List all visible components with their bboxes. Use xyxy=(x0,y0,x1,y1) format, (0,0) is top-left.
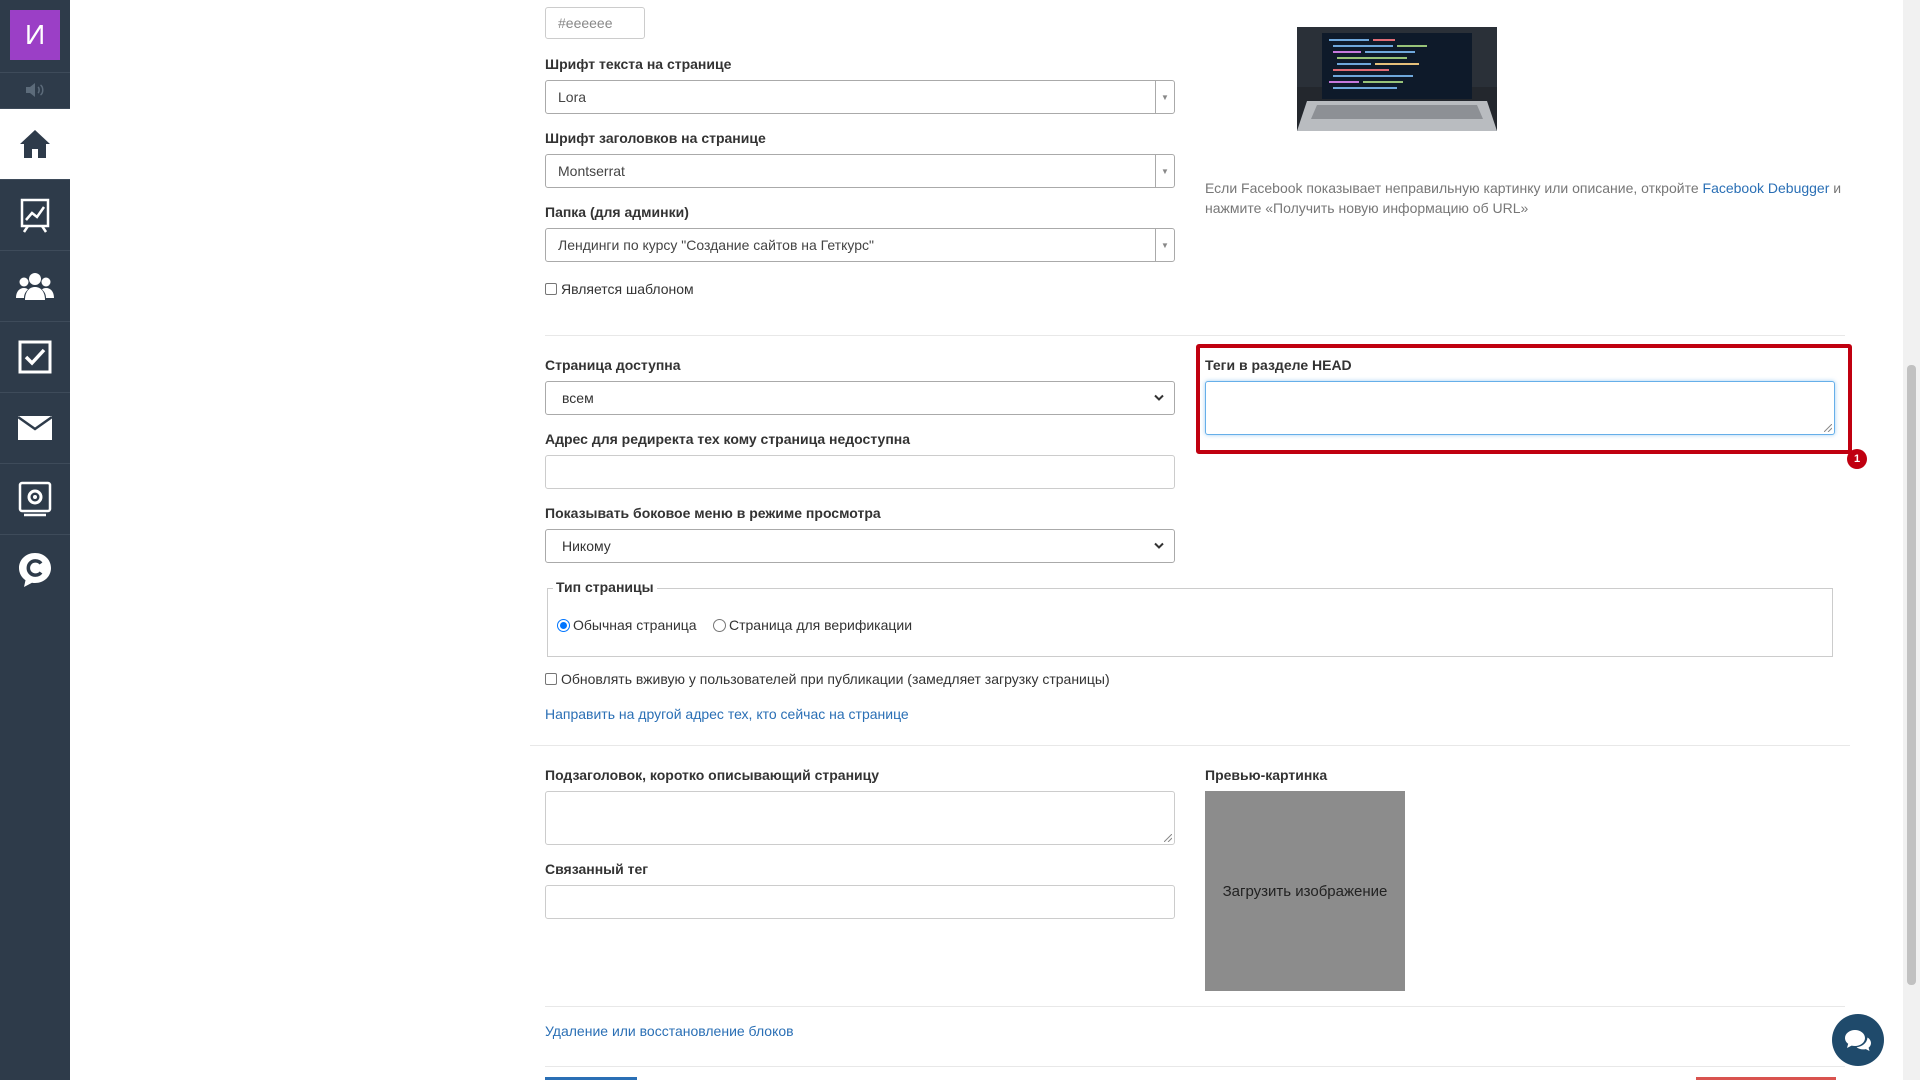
resize-handle-icon[interactable] xyxy=(1164,834,1172,842)
sidebar-item-tasks[interactable] xyxy=(0,321,70,392)
heading-font-value: Montserrat xyxy=(558,163,625,179)
subtitle-label: Подзаголовок, коротко описывающий страни… xyxy=(545,767,880,783)
subtitle-textarea[interactable] xyxy=(545,791,1175,845)
text-font-label: Шрифт текста на странице xyxy=(545,56,732,72)
user-avatar[interactable]: И xyxy=(10,10,60,60)
page-scrollbar[interactable] xyxy=(1903,0,1920,1080)
redirect-visitors-link[interactable]: Направить на другой адрес тех, кто сейча… xyxy=(545,706,909,722)
upload-image-button[interactable]: Загрузить изображение xyxy=(1205,791,1405,991)
page-type-option-verification[interactable]: Страница для верификации xyxy=(713,617,912,633)
sidebar-item-reports[interactable] xyxy=(0,179,70,250)
is-template-label: Является шаблоном xyxy=(561,281,694,297)
redirect-label: Адрес для редиректа тех кому страница не… xyxy=(545,431,911,447)
users-icon xyxy=(16,273,54,300)
page-type-legend: Тип страницы xyxy=(553,579,657,595)
page-type-option-verification-label: Страница для верификации xyxy=(729,617,913,633)
sidebar: И xyxy=(0,0,70,1080)
background-color-input[interactable]: #eeeeee xyxy=(545,7,645,39)
sidebar-item-home[interactable] xyxy=(0,108,70,179)
heading-font-label: Шрифт заголовков на странице xyxy=(545,130,766,146)
dropdown-arrow-icon: ▼ xyxy=(1155,155,1174,187)
chevron-down-icon xyxy=(1154,394,1164,401)
scrollbar-thumb[interactable] xyxy=(1907,365,1916,985)
highlight-badge: 1 xyxy=(1847,449,1867,469)
page-available-select[interactable]: всем xyxy=(545,381,1175,415)
radio-button[interactable] xyxy=(713,618,726,632)
side-menu-label: Показывать боковое меню в режиме просмот… xyxy=(545,505,881,521)
chat-c-icon xyxy=(19,553,51,587)
side-menu-value: Никому xyxy=(562,538,611,554)
facebook-hint-text: Если Facebook показывает неправильную ка… xyxy=(1205,180,1703,196)
checkbox-box[interactable] xyxy=(545,673,557,685)
text-font-select[interactable]: Lora ▼ xyxy=(545,80,1175,114)
side-menu-select[interactable]: Никому xyxy=(545,529,1175,563)
section-divider xyxy=(545,1006,1845,1007)
heading-font-select[interactable]: Montserrat ▼ xyxy=(545,154,1175,188)
text-font-value: Lora xyxy=(558,89,587,105)
blocks-restore-link[interactable]: Удаление или восстановление блоков xyxy=(545,1023,794,1039)
tasks-icon xyxy=(18,340,52,374)
home-icon xyxy=(20,130,50,158)
facebook-debugger-link[interactable]: Facebook Debugger xyxy=(1703,180,1830,196)
chat-bubbles-icon xyxy=(1845,1030,1871,1051)
sound-toggle[interactable] xyxy=(0,72,70,107)
redirect-url-input[interactable] xyxy=(545,455,1175,489)
linked-tag-input[interactable] xyxy=(545,885,1175,919)
page-available-label: Страница доступна xyxy=(545,357,681,373)
chart-icon xyxy=(20,198,50,233)
upload-image-label: Загрузить изображение xyxy=(1222,882,1388,900)
sidebar-item-mail[interactable] xyxy=(0,392,70,463)
radio-button[interactable] xyxy=(557,618,570,632)
mail-icon xyxy=(18,416,52,440)
folder-value: Лендинги по курсу "Создание сайтов на Ге… xyxy=(558,237,874,253)
preview-image-label: Превью-картинка xyxy=(1205,767,1328,783)
speaker-icon xyxy=(26,83,44,97)
dropdown-arrow-icon: ▼ xyxy=(1155,81,1174,113)
live-update-checkbox[interactable]: Обновлять вживую у пользователей при пуб… xyxy=(545,671,1110,687)
folder-select[interactable]: Лендинги по курсу "Создание сайтов на Ге… xyxy=(545,228,1175,262)
section-divider xyxy=(545,1066,1845,1067)
background-color-value: #eeeeee xyxy=(558,15,613,31)
facebook-hint: Если Facebook показывает неправильную ка… xyxy=(1205,178,1845,218)
chevron-down-icon xyxy=(1154,542,1164,549)
checkbox-box[interactable] xyxy=(545,283,557,295)
dropdown-arrow-icon: ▼ xyxy=(1155,229,1174,261)
gear-icon xyxy=(18,481,52,517)
sidebar-item-settings[interactable] xyxy=(0,463,70,534)
sidebar-item-users[interactable] xyxy=(0,250,70,321)
is-template-checkbox[interactable]: Является шаблоном xyxy=(545,281,694,297)
section-divider xyxy=(530,745,1850,746)
section-divider xyxy=(545,335,1845,336)
folder-label: Папка (для админки) xyxy=(545,204,689,220)
preview-thumbnail-image xyxy=(1297,27,1497,131)
sidebar-item-chat[interactable] xyxy=(0,534,70,605)
support-chat-button[interactable] xyxy=(1832,1014,1884,1066)
linked-tag-label: Связанный тег xyxy=(545,861,649,877)
page-type-option-regular[interactable]: Обычная страница xyxy=(557,617,697,633)
highlight-frame xyxy=(1196,344,1852,454)
live-update-label: Обновлять вживую у пользователей при пуб… xyxy=(561,671,1110,687)
page-type-option-regular-label: Обычная страница xyxy=(573,617,697,633)
page-available-value: всем xyxy=(562,390,594,406)
